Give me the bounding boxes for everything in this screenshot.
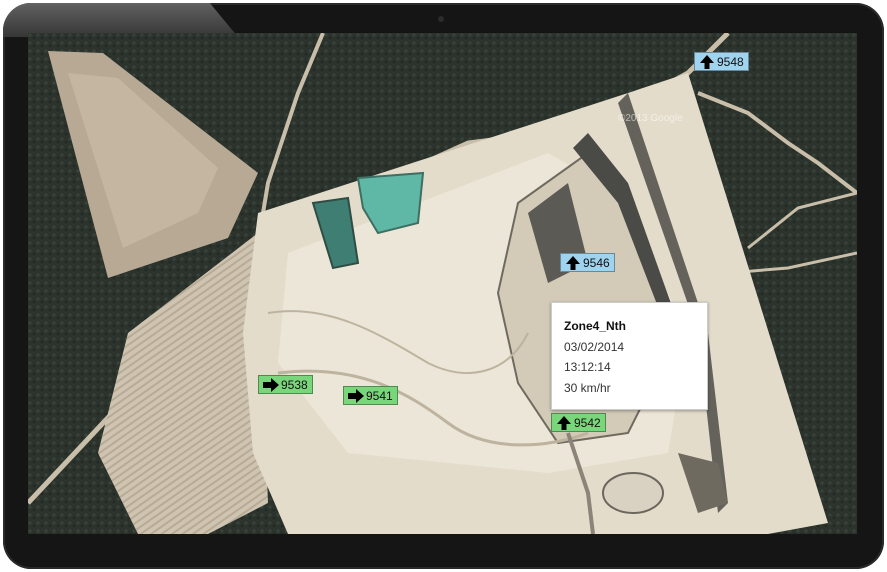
vehicle-marker-9542[interactable]: 9542	[551, 413, 606, 432]
vehicle-marker-9548[interactable]: 9548	[694, 52, 749, 71]
frame-gloss	[3, 3, 238, 37]
popup-zone: Zone4_Nth	[564, 319, 627, 333]
map-view[interactable]: ©2013 Google 9548 9546 9538 9541 9542 Zo…	[28, 33, 857, 534]
arrow-up-icon	[563, 254, 583, 271]
popup-speed: 30 km/hr	[564, 380, 611, 395]
marker-label: 9548	[717, 54, 744, 69]
map-watermark: ©2013 Google	[618, 113, 683, 124]
vehicle-marker-9541[interactable]: 9541	[343, 386, 398, 405]
popup-time: 13:12:14	[564, 360, 611, 374]
satellite-map: ©2013 Google	[28, 33, 857, 534]
camera-dot	[438, 16, 444, 22]
popup-date: 03/02/2014	[564, 339, 625, 354]
arrow-right-icon	[346, 387, 366, 404]
marker-label: 9546	[583, 255, 610, 270]
vehicle-info-popup: Zone4_Nth 03/02/2014 13:12:14 30 km/hr	[551, 302, 708, 410]
arrow-right-icon	[261, 376, 281, 393]
marker-label: 9542	[574, 415, 601, 430]
marker-label: 9541	[366, 388, 393, 403]
arrow-up-icon	[697, 53, 717, 70]
vehicle-marker-9546[interactable]: 9546	[560, 253, 615, 272]
marker-label: 9538	[281, 377, 308, 392]
vehicle-marker-9538[interactable]: 9538	[258, 375, 313, 394]
arrow-up-icon	[554, 414, 574, 431]
